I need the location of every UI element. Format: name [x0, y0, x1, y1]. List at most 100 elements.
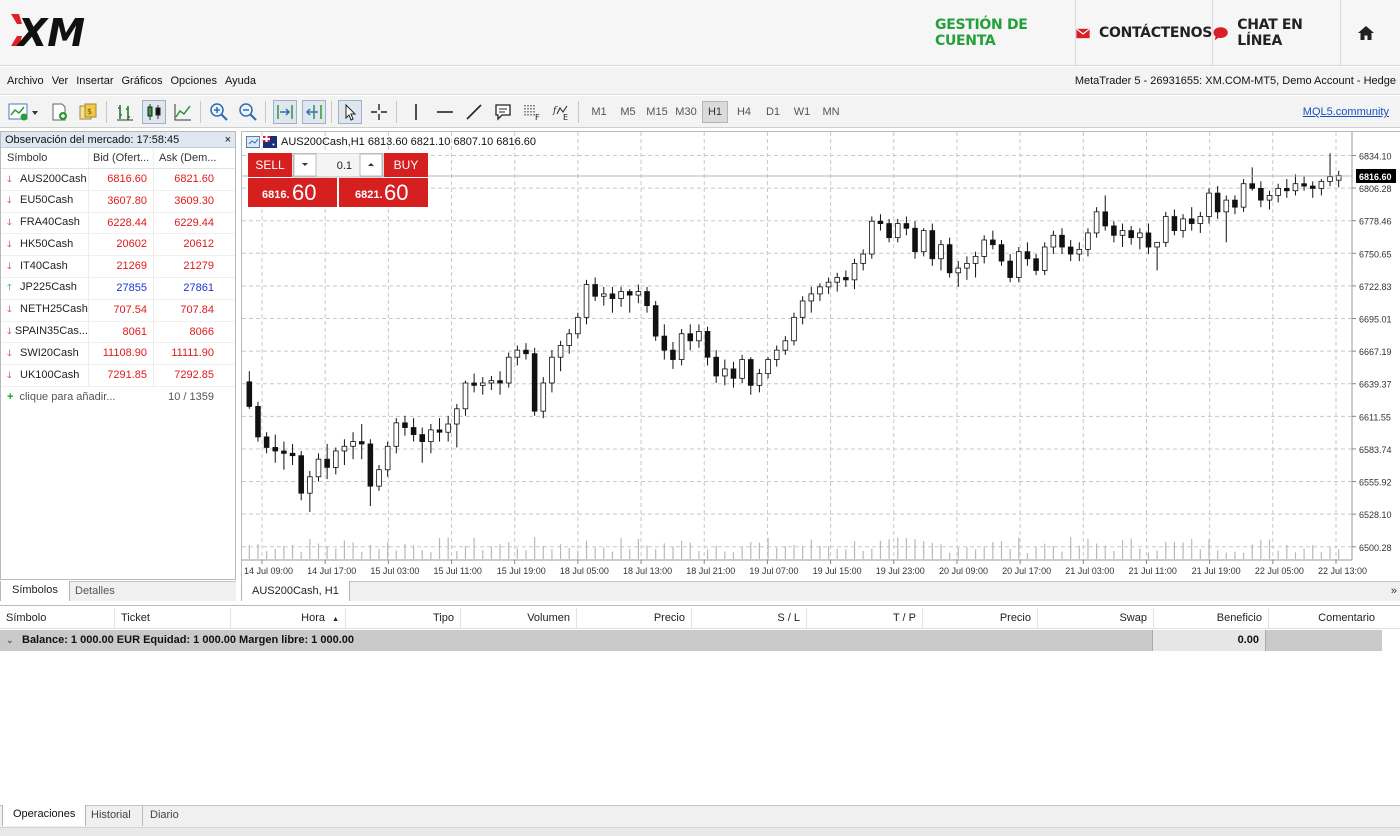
tab-trade[interactable]: Operaciones	[2, 805, 87, 826]
market-watch-row[interactable]: 🡓 FRA40Cash 6228.44 6229.44	[1, 212, 235, 235]
bar-chart-button[interactable]	[113, 100, 137, 124]
close-icon[interactable]: ×	[225, 132, 231, 148]
chart-window[interactable]: 6834.10 6806.28 6778.46 6750.65 6722.83 6695.…	[241, 131, 1400, 581]
col-volume[interactable]: Volumen	[461, 608, 577, 629]
col-time[interactable]: Hora ▲	[231, 608, 346, 629]
menu-view[interactable]: Ver	[49, 75, 73, 87]
profiles-button[interactable]: $	[76, 100, 100, 124]
timeframe-w1[interactable]: W1	[789, 101, 815, 123]
column-ask[interactable]: Ask (Dem...	[154, 148, 220, 168]
chart-shift-button[interactable]	[273, 100, 297, 124]
market-watch-row[interactable]: 🡑 JP225Cash 27855 27861	[1, 277, 235, 300]
timeframe-mn[interactable]: MN	[818, 101, 844, 123]
timeframe-m1[interactable]: M1	[586, 101, 612, 123]
candle	[1327, 153, 1333, 187]
nav-live-chat[interactable]: CHAT EN LÍNEA	[1212, 0, 1340, 66]
candle	[990, 230, 996, 250]
indicators-button[interactable]: f E	[549, 100, 573, 124]
crosshair-button[interactable]	[367, 100, 391, 124]
candle	[462, 380, 469, 416]
nav-contact[interactable]: CONTÁCTENOS	[1075, 0, 1212, 66]
market-watch-row[interactable]: 🡓 HK50Cash 20602 20612	[1, 234, 235, 257]
symbol-count: 10 / 1359	[168, 390, 214, 403]
mql5-community-link[interactable]: MQL5.community	[1303, 106, 1389, 118]
collapse-icon[interactable]: ⌄	[6, 630, 14, 651]
candle	[938, 239, 944, 271]
timeframe-m5[interactable]: M5	[615, 101, 641, 123]
market-watch-row[interactable]: 🡓 NETH25Cash 707.54 707.84	[1, 299, 235, 322]
tab-journal[interactable]: Diario	[139, 806, 190, 826]
candle	[1206, 188, 1212, 224]
col-symbol[interactable]: Símbolo	[0, 608, 115, 629]
row-symbol-label: EU50Cash	[20, 194, 74, 207]
nav-home[interactable]	[1340, 0, 1400, 66]
candle	[834, 272, 841, 292]
candle	[410, 418, 417, 442]
tab-chart-aus200[interactable]: AUS200Cash, H1	[241, 581, 350, 601]
balance-row[interactable]: ⌄ Balance: 1 000.00 EUR Equidad: 1 000.0…	[0, 630, 1382, 651]
col-profit[interactable]: Beneficio	[1154, 608, 1269, 629]
zoom-in-button[interactable]	[207, 100, 231, 124]
timeframe-m30[interactable]: M30	[672, 101, 700, 123]
col-ticket[interactable]: Ticket	[115, 608, 231, 629]
line-chart-button[interactable]	[171, 100, 195, 124]
col-type[interactable]: Tipo	[346, 608, 461, 629]
candle	[566, 329, 572, 354]
col-comment[interactable]: Comentario	[1269, 608, 1385, 629]
timeframe-d1[interactable]: D1	[760, 101, 786, 123]
add-chart-button[interactable]	[47, 100, 71, 124]
svg-text:E: E	[563, 113, 568, 122]
tab-symbols[interactable]: Símbolos	[0, 581, 70, 601]
market-watch-row[interactable]: 🡓 IT40Cash 21269 21279	[1, 256, 235, 278]
zoom-out-button[interactable]	[236, 100, 260, 124]
cursor-button[interactable]	[338, 100, 362, 124]
col-swap[interactable]: Swap	[1038, 608, 1154, 629]
add-symbol-row[interactable]: + clique para añadir... 10 / 1359	[1, 387, 235, 407]
candle	[644, 286, 650, 313]
new-chart-button[interactable]	[6, 100, 40, 124]
flag-icon	[263, 136, 277, 148]
fibonacci-button[interactable]: F	[520, 100, 544, 124]
row-bid: 20602	[89, 234, 154, 256]
col-price[interactable]: Precio	[577, 608, 692, 629]
sell-price-big: 60	[292, 180, 316, 205]
nav-account-management[interactable]: GESTIÓN DE CUENTA	[935, 0, 1075, 66]
market-watch-row[interactable]: 🡓 SPAIN35Cas... 8061 8066	[1, 321, 235, 344]
row-bid: 21269	[89, 256, 154, 277]
scroll-right-icon[interactable]: »	[1391, 585, 1397, 597]
menu-file[interactable]: Archivo	[4, 75, 48, 87]
menu-insert[interactable]: Insertar	[73, 75, 117, 87]
candle	[747, 357, 754, 395]
horizontal-line-button[interactable]	[433, 100, 457, 124]
vertical-line-button[interactable]	[404, 100, 428, 124]
candlestick-button[interactable]	[142, 100, 166, 124]
col-current-price[interactable]: Precio	[923, 608, 1038, 629]
xm-logo[interactable]: XM	[8, 8, 108, 55]
arrow-down-icon: 🡓	[7, 195, 12, 206]
candle	[843, 270, 849, 287]
timeframe-h1[interactable]: H1	[702, 101, 728, 123]
volume-input[interactable]: 0.1	[337, 160, 352, 172]
tab-history[interactable]: Historial	[80, 806, 143, 826]
trend-line-button[interactable]	[462, 100, 486, 124]
market-watch-row[interactable]: 🡓 AUS200Cash 6816.60 6821.60	[1, 169, 235, 191]
autoscroll-button[interactable]	[302, 100, 326, 124]
market-watch-row[interactable]: 🡓 UK100Cash 7291.85 7292.85	[1, 365, 235, 387]
menu-options[interactable]: Opciones	[167, 75, 220, 87]
column-bid[interactable]: Bid (Ofert...	[89, 148, 154, 168]
menu-charts[interactable]: Gráficos	[119, 75, 167, 87]
row-ask: 27861	[183, 281, 214, 294]
market-watch-row[interactable]: 🡓 EU50Cash 3607.80 3609.30	[1, 190, 235, 213]
tab-details[interactable]: Detalles	[67, 582, 123, 601]
timeframe-h4[interactable]: H4	[731, 101, 757, 123]
text-button[interactable]	[491, 100, 515, 124]
col-sl[interactable]: S / L	[692, 608, 807, 629]
candlestick-icon	[147, 104, 161, 120]
column-symbol[interactable]: Símbolo	[1, 148, 89, 168]
row-symbol-label: FRA40Cash	[20, 216, 80, 229]
market-watch-row[interactable]: 🡓 SWI20Cash 11108.90 11111.90	[1, 343, 235, 366]
candle	[1232, 195, 1238, 215]
menu-help[interactable]: Ayuda	[222, 75, 260, 87]
timeframe-m15[interactable]: M15	[643, 101, 671, 123]
col-tp[interactable]: T / P	[807, 608, 923, 629]
